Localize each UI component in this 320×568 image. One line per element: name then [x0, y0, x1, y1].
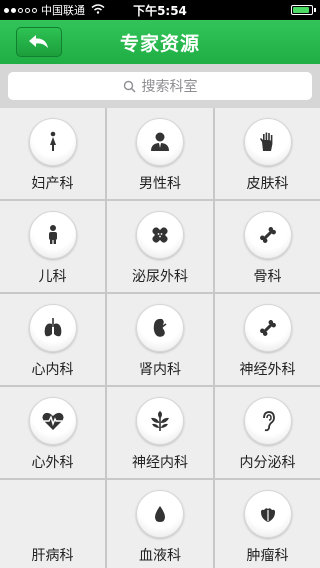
back-arrow-icon [29, 35, 48, 48]
department-hepatology[interactable]: 肝病科 [0, 480, 105, 568]
department-label: 肾内科 [139, 362, 181, 378]
page-title: 专家资源 [119, 32, 200, 55]
search-icon [123, 80, 136, 93]
child-icon [28, 211, 77, 259]
department-label: 骨科 [253, 269, 282, 285]
department-hematology[interactable]: 血液科 [107, 480, 213, 568]
heartbeat-icon [28, 397, 77, 445]
department-pediatrics[interactable]: 儿科 [0, 201, 105, 292]
department-nephrology[interactable]: 肾内科 [107, 294, 213, 385]
department-cardiology[interactable]: 心内科 [0, 294, 105, 385]
status-time: 下午5:54 [133, 3, 187, 18]
department-label: 心外科 [31, 455, 74, 471]
search-area: 搜索科室 [0, 64, 320, 108]
department-label: 神经外科 [239, 362, 296, 378]
department-grid: 妇产科 男性科 皮肤科 儿科 泌尿外科 骨科 心内科 肾内科 神经外科 心外科 … [0, 108, 320, 568]
department-obstetrics[interactable]: 妇产科 [0, 108, 105, 199]
bone-icon [243, 304, 292, 352]
department-label: 肝病科 [31, 548, 74, 564]
department-label: 肿瘤科 [246, 548, 289, 564]
status-bar: 中国联通 下午5:54 [0, 0, 320, 20]
department-label: 儿科 [38, 269, 67, 285]
search-placeholder: 搜索科室 [141, 79, 198, 95]
department-endocrinology[interactable]: 内分泌科 [215, 387, 320, 478]
search-input[interactable]: 搜索科室 [8, 72, 312, 100]
hand-icon [243, 118, 292, 166]
lungs-icon [28, 304, 77, 352]
back-button[interactable] [16, 27, 62, 57]
department-label: 心内科 [31, 362, 74, 378]
leaf-icon [136, 397, 184, 445]
male-icon [136, 118, 184, 166]
bandage-icon [136, 211, 184, 259]
female-icon [28, 118, 77, 166]
department-oncology[interactable]: 肿瘤科 [215, 480, 320, 568]
department-neurosurgery[interactable]: 神经外科 [215, 294, 320, 385]
department-label: 妇产科 [31, 176, 74, 192]
department-label: 内分泌科 [239, 455, 296, 471]
drop-icon [136, 490, 184, 538]
department-label: 泌尿外科 [132, 269, 188, 285]
bone-icon [243, 211, 292, 259]
department-label: 男性科 [139, 176, 181, 192]
department-dermatology[interactable]: 皮肤科 [215, 108, 320, 199]
kidney-icon [136, 304, 184, 352]
department-cardiac-surgery[interactable]: 心外科 [0, 387, 105, 478]
department-label: 血液科 [139, 548, 181, 564]
navigation-bar: 专家资源 [0, 20, 320, 64]
department-label: 神经内科 [132, 455, 188, 471]
department-neurology[interactable]: 神经内科 [107, 387, 213, 478]
department-label: 皮肤科 [246, 176, 289, 192]
tulip-icon [243, 490, 292, 538]
department-andrology[interactable]: 男性科 [107, 108, 213, 199]
department-orthopedics[interactable]: 骨科 [215, 201, 320, 292]
ear-icon [243, 397, 292, 445]
department-urology[interactable]: 泌尿外科 [107, 201, 213, 292]
battery-icon [291, 5, 316, 15]
